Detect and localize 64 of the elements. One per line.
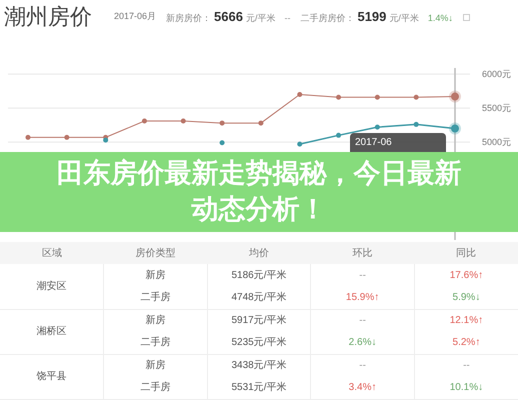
table-cell: -- [310,264,414,286]
column-header: 区域 [0,242,104,264]
point [336,132,342,138]
table-cell: 3.4%↑ [310,376,414,399]
price-label: 新房房价： [166,12,212,26]
table-cell: 12.1%↑ [414,309,518,332]
point [297,142,302,147]
table-cell: 5917元/平米 [207,309,311,332]
table-cell: 新房 [104,309,208,332]
table-cell: -- [414,354,518,376]
price-unit: 元/平米 [389,12,419,26]
point [414,122,419,127]
table-cell: 15.9%↑ [310,286,414,309]
point [180,118,186,124]
axis-label: 6000元 [482,69,512,80]
point [374,94,380,100]
table-cell: 4748元/平米 [207,286,311,309]
table-cell: 二手房 [104,332,208,354]
axis-label: 5500元 [482,103,512,114]
price-value: 5666 [214,8,243,26]
table-cell: 二手房 [104,376,208,399]
table-cell: 新房 [104,264,208,286]
point [103,138,108,143]
table-cell: 二手房 [104,286,208,309]
point [220,140,225,146]
page-title: 潮州房价 [4,4,92,32]
price-value: 5199 [357,8,386,26]
table-cell: 10.1%↓ [414,376,518,399]
table-cell: -- [310,354,414,376]
column-header: 同比 [414,242,518,264]
region-cell: 饶平县 [0,354,104,399]
point [336,94,342,100]
region-cell: 湘桥区 [0,309,104,354]
point [26,134,30,140]
month-label: 2017-06月 [114,10,156,24]
price-change: -- [284,12,290,26]
price-change: 1.4%↓ [428,12,453,26]
table-cell: -- [310,309,414,332]
banner-headline: 田东房价最新走势揭秘，今日最新动态分析！ [56,157,462,227]
column-header: 环比 [310,242,414,264]
table-cell: 17.6%↑ [414,264,518,286]
tooltip-date: 2017-06 [355,136,393,150]
table-cell: 5.2%↑ [414,332,518,354]
price-label: 二手房房价： [300,12,354,26]
point [414,94,419,100]
column-header: 房价类型 [104,242,208,264]
price-unit: 元/平米 [246,12,276,26]
point [297,92,302,98]
point [374,124,380,130]
region-cell: 潮安区 [0,264,104,309]
table-cell: 5531元/平米 [207,376,311,399]
info-icon[interactable] [462,14,470,20]
point [258,120,264,126]
axis-label: 5000元 [482,137,512,148]
point [142,118,147,124]
table-cell: 5186元/平米 [207,264,311,286]
point [64,134,70,140]
table-cell: 5235元/平米 [207,332,311,354]
table-cell: 3438元/平米 [207,354,311,376]
column-header: 均价 [207,242,311,264]
table-cell: 5.9%↓ [414,286,518,309]
point [220,120,225,126]
table-cell: 2.6%↓ [310,332,414,354]
table-cell: 新房 [104,354,208,376]
